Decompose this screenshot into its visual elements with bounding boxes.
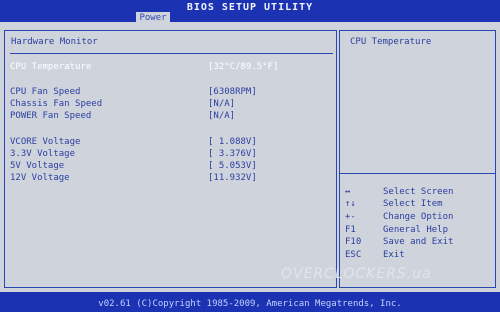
help-key: F1 [345,225,356,235]
item-label: Chassis Fan Speed [10,99,103,109]
help-key-row: ↔ Select Screen [345,186,490,198]
help-key-desc: Change Option [383,212,454,222]
section-divider [10,53,333,54]
help-key: F10 [345,237,362,247]
item-cpu-fan-speed[interactable]: CPU Fan Speed [6308RPM] [10,86,310,98]
item-label: CPU Temperature [10,62,92,72]
watermark-logo: OVERCLOCKERS.ua [281,266,432,282]
help-key-desc: Select Screen [383,187,454,197]
item-value: [N/A] [208,111,236,121]
help-key-desc: General Help [383,225,449,235]
item-cpu-temperature[interactable]: CPU Temperature [32°C/89.5°F] [10,61,310,73]
item-label: VCORE Voltage [10,137,81,147]
section-title: Hardware Monitor [11,37,98,47]
item-label: CPU Fan Speed [10,87,81,97]
help-key-row: F10 Save and Exit [345,236,490,248]
help-key-desc: Exit [383,250,405,260]
bios-screen: BIOS SETUP UTILITY Power Hardware Monito… [0,0,500,312]
help-key-desc: Save and Exit [383,237,454,247]
item-label: 12V Voltage [10,173,70,183]
item-value: [6308RPM] [208,87,257,97]
tab-power[interactable]: Power [136,12,170,24]
item-label: 5V Voltage [10,161,65,171]
item-vcore-voltage[interactable]: VCORE Voltage [ 1.088V] [10,136,310,148]
left-right-arrow-icon: ↔ [345,187,351,197]
item-value: [11.932V] [208,173,257,183]
item-chassis-fan-speed[interactable]: Chassis Fan Speed [N/A] [10,98,310,110]
help-key-row: ↑↓ Select Item [345,198,490,210]
item-power-fan-speed[interactable]: POWER Fan Speed [N/A] [10,110,310,122]
item-label: POWER Fan Speed [10,111,92,121]
help-key: +- [345,212,356,222]
help-title: CPU Temperature [350,37,432,47]
help-key: ESC [345,250,362,260]
help-divider [340,173,495,174]
item-value: [32°C/89.5°F] [208,62,279,72]
item-value: [ 1.088V] [208,137,257,147]
item-5v-voltage[interactable]: 5V Voltage [ 5.053V] [10,160,310,172]
up-down-arrow-icon: ↑↓ [345,199,356,209]
copyright-footer: v02.61 (C)Copyright 1985-2009, American … [98,299,402,309]
item-3v3-voltage[interactable]: 3.3V Voltage [ 3.376V] [10,148,310,160]
app-title: BIOS SETUP UTILITY [186,2,314,13]
item-12v-voltage[interactable]: 12V Voltage [11.932V] [10,172,310,184]
item-label: 3.3V Voltage [10,149,76,159]
help-key-row: +- Change Option [345,211,490,223]
help-key-desc: Select Item [383,199,443,209]
help-key-row: F1 General Help [345,224,490,236]
item-value: [ 5.053V] [208,161,257,171]
item-value: [N/A] [208,99,236,109]
help-key-row: ESC Exit [345,249,490,261]
item-value: [ 3.376V] [208,149,257,159]
